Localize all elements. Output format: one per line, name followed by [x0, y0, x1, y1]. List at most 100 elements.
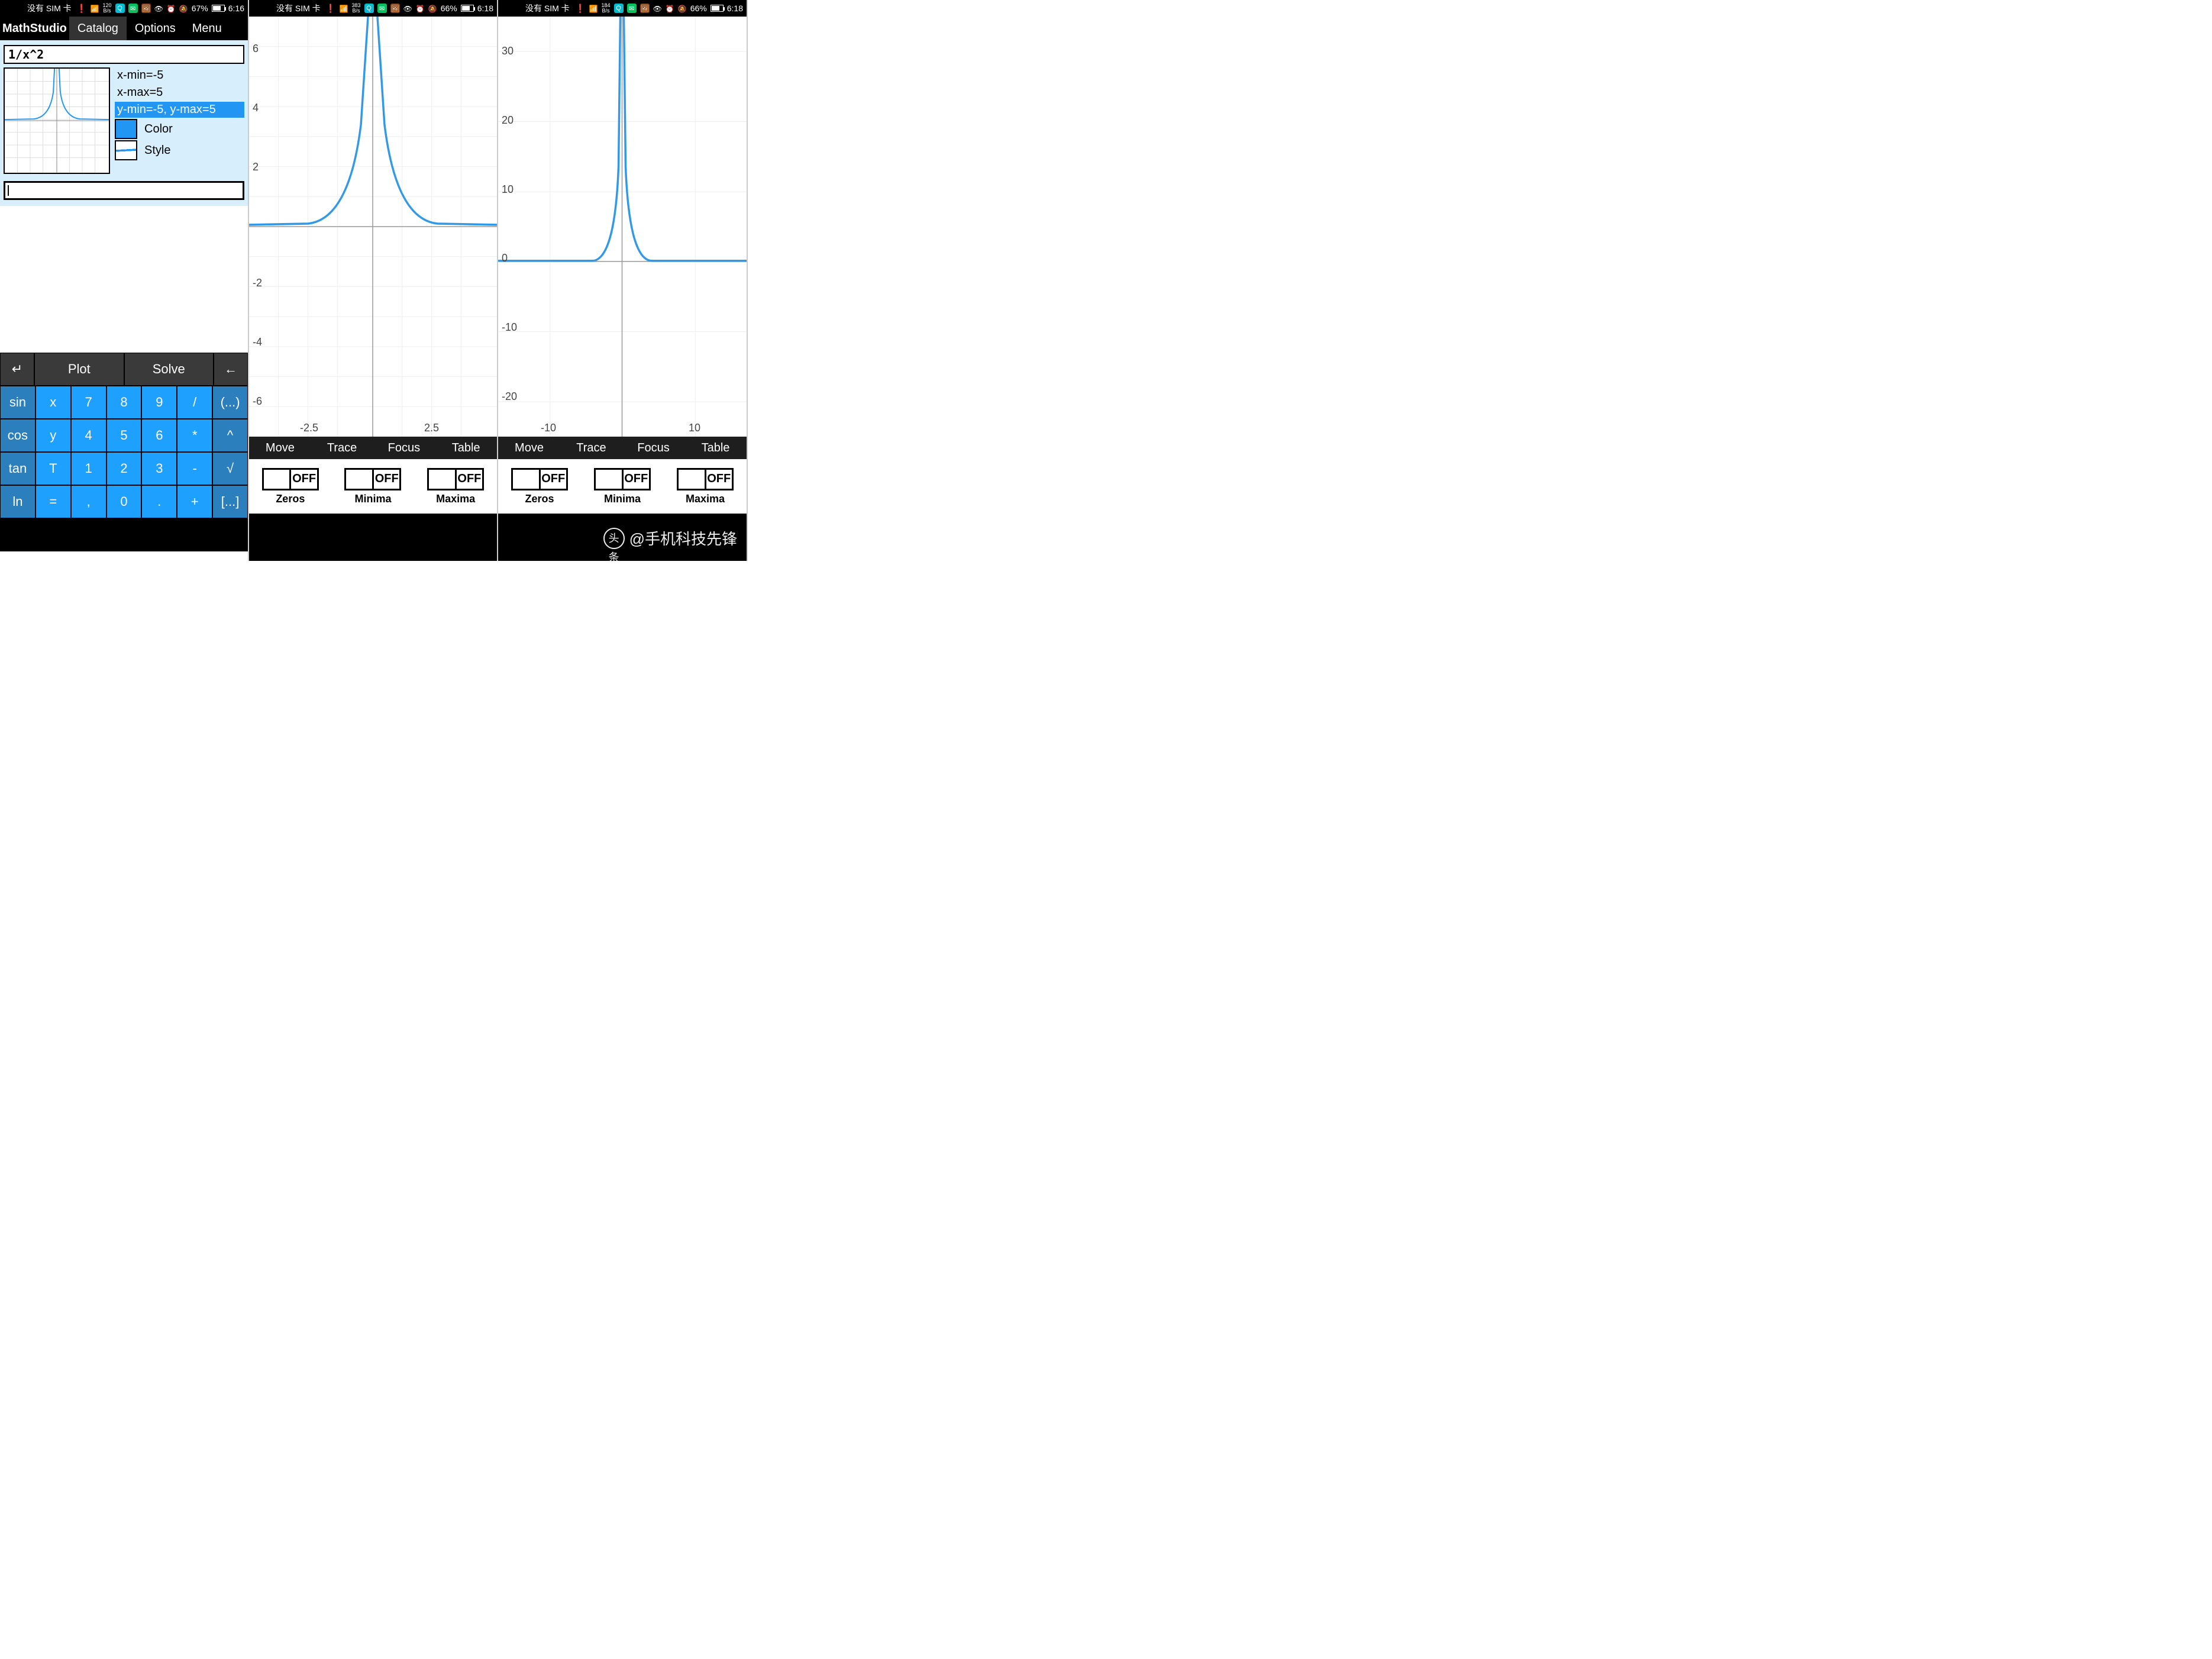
opt-style[interactable]: Style [142, 143, 173, 159]
battery-pct: 66% [441, 4, 457, 13]
mini-plot[interactable] [4, 67, 110, 174]
btn-table[interactable]: Table [435, 437, 497, 459]
toggle-minima[interactable]: OFFMinima [594, 468, 651, 505]
app-icon-pic: 🖼 [141, 4, 151, 13]
key-6[interactable]: 6 [141, 419, 177, 452]
key-ln[interactable]: ln [0, 485, 35, 518]
key-dot[interactable]: . [141, 485, 177, 518]
ytick: 30 [502, 45, 514, 57]
net-speed: 120B/s [103, 3, 112, 14]
ytick: 0 [502, 252, 508, 264]
key-4[interactable]: 4 [71, 419, 106, 452]
key-1[interactable]: 1 [71, 452, 106, 485]
status-bar: 没有 SIM 卡 ❗ 383B/s Q ✉ 🖼 66% 6:18 [249, 0, 497, 17]
menu-catalog[interactable]: Catalog [69, 17, 127, 40]
key-plot[interactable]: Plot [34, 353, 124, 386]
app-icon-q: Q [115, 4, 125, 13]
key-bracket[interactable]: [...] [212, 485, 248, 518]
key-0[interactable]: 0 [106, 485, 142, 518]
eye-icon [154, 4, 163, 13]
battery-icon [711, 5, 724, 12]
key-sqrt[interactable]: √ [212, 452, 248, 485]
opt-yrange[interactable]: y-min=-5, y-max=5 [115, 102, 244, 118]
btn-focus[interactable]: Focus [622, 437, 684, 459]
toggle-zeros[interactable]: OFFZeros [511, 468, 568, 505]
key-minus[interactable]: - [177, 452, 212, 485]
key-5[interactable]: 5 [106, 419, 142, 452]
app-brand[interactable]: MathStudio [0, 22, 69, 35]
wifi-icon [340, 4, 348, 13]
mute-icon [179, 4, 188, 13]
toggle-zeros[interactable]: OFFZeros [262, 468, 319, 505]
toggle-row: OFFZeros OFFMinima OFFMaxima [249, 459, 497, 514]
sim-status: 没有 SIM 卡 [4, 2, 72, 14]
key-mul[interactable]: * [177, 419, 212, 452]
mute-icon [678, 4, 687, 13]
net-speed: 383B/s [352, 3, 361, 14]
btn-focus[interactable]: Focus [373, 437, 435, 459]
eye-icon [653, 4, 662, 13]
key-enter[interactable]: ↵ [0, 353, 34, 386]
key-8[interactable]: 8 [106, 386, 142, 419]
xtick: 2.5 [424, 422, 439, 434]
battery-pct: 66% [690, 4, 707, 13]
btn-trace[interactable]: Trace [560, 437, 622, 459]
toggle-maxima[interactable]: OFFMaxima [427, 468, 484, 505]
key-pow[interactable]: ^ [212, 419, 248, 452]
pane-graph-zoomout: 没有 SIM 卡 ❗ 184B/s Q ✉ 🖼 66% 6:18 30 20 1… [498, 0, 748, 561]
key-backspace[interactable]: ← [214, 353, 248, 386]
opt-xmax[interactable]: x-max=5 [115, 85, 244, 101]
alarm-icon [416, 4, 425, 13]
key-plus[interactable]: + [177, 485, 212, 518]
opt-color[interactable]: Color [142, 121, 175, 137]
key-solve[interactable]: Solve [124, 353, 214, 386]
key-y[interactable]: y [35, 419, 71, 452]
watermark: 头条 @手机科技先锋 [603, 527, 737, 549]
key-comma[interactable]: , [71, 485, 106, 518]
status-bar: 没有 SIM 卡 ❗ 120B/s Q ✉ 🖼 67% 6:16 [0, 0, 248, 17]
battery-icon [212, 5, 225, 12]
graph-toolbar: Move Trace Focus Table [498, 437, 747, 459]
key-3[interactable]: 3 [141, 452, 177, 485]
key-sin[interactable]: sin [0, 386, 35, 419]
color-swatch[interactable] [115, 119, 137, 139]
btn-move[interactable]: Move [498, 437, 560, 459]
app-icon-q: Q [614, 4, 624, 13]
key-9[interactable]: 9 [141, 386, 177, 419]
alarm-icon [167, 4, 176, 13]
app-icon-wechat: ✉ [627, 4, 637, 13]
graph-canvas[interactable]: 6 4 2 -2 -4 -6 -2.5 2.5 [249, 17, 497, 437]
ytick: 10 [502, 183, 514, 196]
opt-xmin[interactable]: x-min=-5 [115, 67, 244, 83]
graph-canvas[interactable]: 30 20 10 0 -10 -20 -10 10 [498, 17, 747, 437]
key-eq[interactable]: = [35, 485, 71, 518]
battery-pct: 67% [192, 4, 208, 13]
btn-move[interactable]: Move [249, 437, 311, 459]
key-div[interactable]: / [177, 386, 212, 419]
ytick: -20 [502, 390, 517, 403]
toggle-minima[interactable]: OFFMinima [344, 468, 401, 505]
key-x[interactable]: x [35, 386, 71, 419]
app-icon-pic: 🖼 [390, 4, 400, 13]
warn-icon: ❗ [325, 4, 335, 14]
key-t[interactable]: T [35, 452, 71, 485]
btn-table[interactable]: Table [684, 437, 747, 459]
watermark-logo: 头条 [603, 528, 625, 549]
expression-input[interactable]: 1/x^2 [4, 45, 244, 64]
eye-icon [403, 4, 412, 13]
key-paren[interactable]: (...) [212, 386, 248, 419]
key-2[interactable]: 2 [106, 452, 142, 485]
key-tan[interactable]: tan [0, 452, 35, 485]
command-input[interactable] [4, 181, 244, 200]
key-7[interactable]: 7 [71, 386, 106, 419]
toggle-maxima[interactable]: OFFMaxima [677, 468, 734, 505]
mute-icon [428, 4, 437, 13]
btn-trace[interactable]: Trace [311, 437, 373, 459]
style-swatch[interactable] [115, 140, 137, 160]
pane-graph-default: 没有 SIM 卡 ❗ 383B/s Q ✉ 🖼 66% 6:18 [249, 0, 498, 561]
warn-icon: ❗ [575, 4, 585, 14]
key-cos[interactable]: cos [0, 419, 35, 452]
bottom-bar [249, 514, 497, 561]
menu-menu[interactable]: Menu [184, 17, 230, 40]
menu-options[interactable]: Options [127, 17, 184, 40]
